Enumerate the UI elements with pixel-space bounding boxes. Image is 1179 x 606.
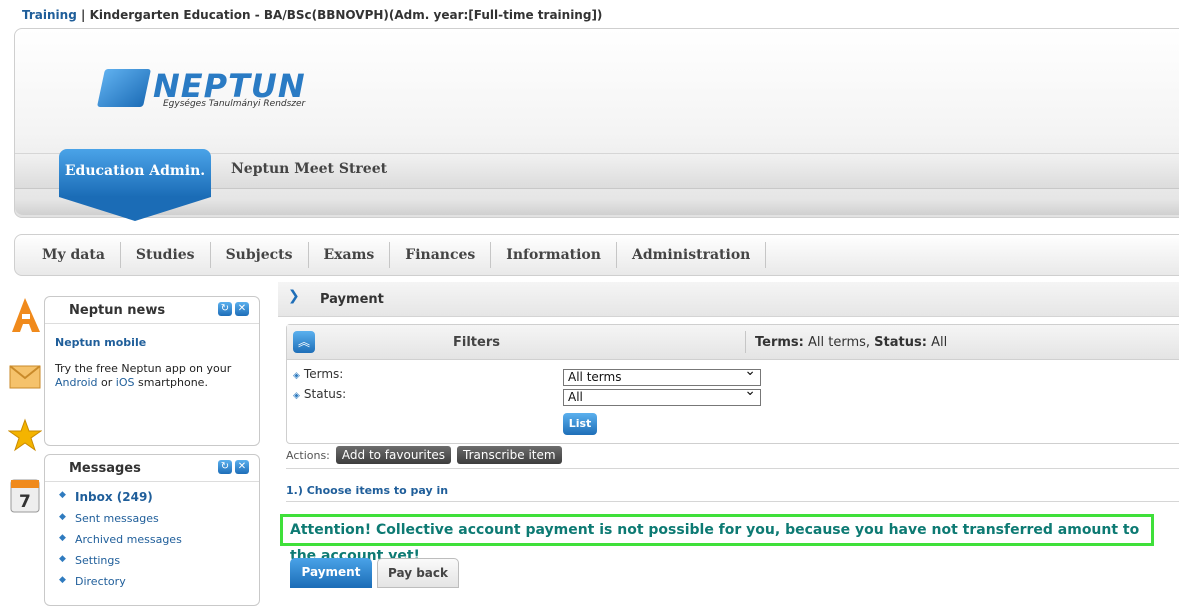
tab-pay-back[interactable]: Pay back	[377, 558, 459, 588]
message-folder-archived[interactable]: Archived messages	[59, 533, 259, 546]
actions-label: Actions:	[286, 448, 330, 462]
news-text-prefix: Try the free Neptun app on your	[55, 362, 232, 375]
nav-my-data[interactable]: My data	[27, 242, 121, 268]
logo-subtitle: Egységes Tanulmányi Rendszer	[163, 99, 306, 109]
page-title: Payment	[320, 292, 384, 307]
transcribe-item-button[interactable]: Transcribe item	[457, 446, 562, 464]
filters-bar: ︽ Filters Terms: All terms, Status: All	[287, 325, 1179, 360]
message-folder-sent[interactable]: Sent messages	[59, 512, 259, 525]
header: NEPTUN Egységes Tanulmányi Rendszer Educ…	[14, 28, 1179, 221]
nav-finances[interactable]: Finances	[390, 242, 492, 268]
ios-link[interactable]: iOS	[116, 376, 135, 389]
add-to-favourites-button[interactable]: Add to favourites	[335, 446, 452, 464]
main-header: ❯ Payment	[278, 282, 1179, 317]
summary-status-label: Status:	[874, 335, 927, 350]
nav-exams[interactable]: Exams	[309, 242, 391, 268]
breadcrumb-separator: |	[80, 8, 86, 22]
logo-mark-icon	[96, 69, 152, 107]
star-icon[interactable]	[8, 416, 42, 454]
step-heading: 1.) Choose items to pay in	[286, 484, 449, 497]
messages-panel: Messages ↻ ✕ Inbox (249) Sent messages A…	[44, 454, 260, 606]
filters-divider	[745, 331, 746, 353]
side-icon-bar: 7	[8, 296, 42, 536]
filters-summary: Terms: All terms, Status: All	[755, 335, 947, 350]
diamond-bullet-icon: ◈	[293, 391, 300, 401]
filters-label: Filters	[453, 335, 500, 350]
diamond-bullet-icon: ◈	[293, 371, 300, 381]
neptun-logo[interactable]: NEPTUN Egységes Tanulmányi Rendszer	[96, 67, 311, 113]
filters-panel: ︽ Filters Terms: All terms, Status: All …	[286, 324, 1179, 444]
terms-filter-label: ◈ Terms:	[293, 367, 343, 381]
nav-administration[interactable]: Administration	[617, 242, 767, 268]
panel-title: Messages	[69, 461, 141, 476]
main-content: ❯ Payment ︽ Filters Terms: All terms, St…	[278, 282, 1179, 592]
chevron-right-icon: ❯	[288, 288, 300, 304]
close-icon[interactable]: ✕	[235, 302, 249, 316]
nav-information[interactable]: Information	[491, 242, 617, 268]
news-body: Neptun mobile Try the free Neptun app on…	[45, 324, 259, 398]
status-label: Status:	[303, 387, 347, 401]
collapse-filters-icon[interactable]: ︽	[293, 331, 315, 353]
summary-status-value: All	[931, 335, 948, 350]
terms-select[interactable]: All terms	[563, 364, 761, 386]
main-nav: My data Studies Subjects Exams Finances …	[14, 234, 1179, 276]
status-filter-label: ◈ Status:	[293, 387, 346, 401]
status-select[interactable]: All	[563, 384, 761, 406]
calendar-a-icon[interactable]	[8, 296, 42, 334]
panel-header: Messages ↻ ✕	[45, 455, 259, 482]
summary-terms-label: Terms:	[755, 335, 804, 350]
refresh-icon[interactable]: ↻	[218, 302, 232, 316]
android-link[interactable]: Android	[55, 376, 98, 389]
nav-studies[interactable]: Studies	[121, 242, 211, 268]
message-folder-list: Inbox (249) Sent messages Archived messa…	[45, 482, 259, 588]
summary-terms-value: All terms,	[808, 335, 871, 350]
breadcrumb-training-link[interactable]: Training	[22, 8, 77, 22]
actions-bar: Actions: Add to favourites Transcribe it…	[286, 446, 562, 464]
close-icon[interactable]: ✕	[235, 460, 249, 474]
nav-subjects[interactable]: Subjects	[211, 242, 309, 268]
tab-education-admin[interactable]: Education Admin.	[59, 149, 211, 197]
message-settings[interactable]: Settings	[59, 554, 259, 567]
envelope-icon[interactable]	[8, 356, 42, 394]
list-button[interactable]: List	[563, 413, 597, 435]
refresh-icon[interactable]: ↻	[218, 460, 232, 474]
breadcrumb: Training | Kindergarten Education - BA/B…	[22, 8, 602, 22]
tab-neptun-meet-street[interactable]: Neptun Meet Street	[231, 161, 387, 177]
terms-label: Terms:	[303, 367, 344, 381]
panel-header: Neptun news ↻ ✕	[45, 297, 259, 324]
neptun-news-panel: Neptun news ↻ ✕ Neptun mobile Try the fr…	[44, 296, 260, 446]
message-folder-inbox[interactable]: Inbox (249)	[59, 490, 259, 504]
divider	[286, 468, 1179, 469]
calendar-7-icon[interactable]: 7	[8, 476, 42, 514]
divider	[286, 501, 1179, 502]
tab-education-admin-arrow	[59, 197, 211, 221]
news-item-title[interactable]: Neptun mobile	[55, 336, 249, 350]
message-directory[interactable]: Directory	[59, 575, 259, 588]
panel-title: Neptun news	[69, 303, 166, 318]
breadcrumb-program: Kindergarten Education - BA/BSc(BBNOVPH)…	[89, 8, 603, 22]
svg-text:7: 7	[19, 492, 31, 512]
news-text-or: or	[101, 376, 113, 389]
attention-message: Attention! Collective account payment is…	[280, 514, 1154, 564]
tab-payment[interactable]: Payment	[290, 558, 372, 588]
news-text-suffix: smartphone.	[138, 376, 208, 389]
